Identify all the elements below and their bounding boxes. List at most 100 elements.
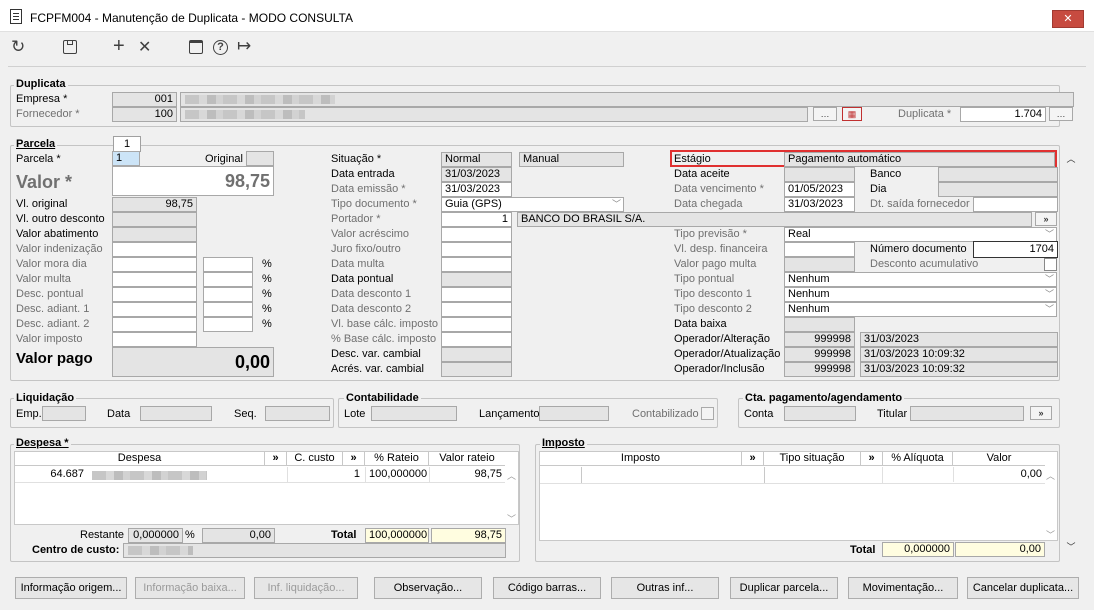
col-despesa-search[interactable]: » (265, 452, 287, 466)
contabilizado-checkbox[interactable] (701, 407, 714, 420)
cancelar-duplicata-button[interactable]: Cancelar duplicata... (967, 577, 1079, 599)
tipo-pontual-select[interactable]: Nenhum ﹀ (784, 272, 1057, 287)
acrescimo-field[interactable] (441, 227, 512, 242)
liq-data-field[interactable] (140, 406, 212, 421)
lote-field[interactable] (371, 406, 457, 421)
parcela-tab[interactable]: 1 (113, 136, 141, 152)
col-ccusto[interactable]: C. custo (287, 452, 343, 466)
op-alteracao-date[interactable]: 31/03/2023 (860, 332, 1058, 347)
desc-pontual-field[interactable] (112, 287, 197, 302)
situacao-field[interactable]: Normal (441, 152, 512, 167)
tipo-previsao-select[interactable]: Real ﹀ (784, 227, 1057, 242)
mora-pct-field[interactable] (203, 257, 253, 272)
data-emissao-field[interactable]: 31/03/2023 (441, 182, 512, 197)
exit-icon[interactable]: ↦ (237, 36, 251, 56)
data-desc2-field[interactable] (441, 302, 512, 317)
calendar-icon[interactable] (189, 40, 203, 54)
banco-field[interactable] (938, 167, 1058, 182)
outras-inf-button[interactable]: Outras inf... (611, 577, 719, 599)
desc-pontual-pct-field[interactable] (203, 287, 253, 302)
duplicata-search-button[interactable]: … (1049, 107, 1073, 121)
close-button[interactable]: ✕ (1052, 10, 1084, 28)
data-baixa-field[interactable] (784, 317, 855, 332)
fornecedor-card-icon[interactable]: ▦ (842, 107, 862, 121)
table-row[interactable]: 64.687 1 100,000000 98,75 (15, 467, 505, 483)
desc-adiant1-field[interactable] (112, 302, 197, 317)
situacao-extra-field[interactable]: Manual (519, 152, 624, 167)
op-atualizacao-code[interactable]: 999998 (784, 347, 855, 362)
despesa-total-pct[interactable]: 100,000000 (365, 528, 429, 543)
scroll-up-icon[interactable]: ︿ (507, 469, 516, 482)
col-ccusto-search[interactable]: » (343, 452, 365, 466)
saida-fornecedor-field[interactable] (973, 197, 1058, 212)
portador-search-button[interactable]: » (1035, 212, 1057, 226)
table-row[interactable]: 0,00 (540, 467, 1045, 484)
col-rateio[interactable]: % Rateio (365, 452, 429, 466)
data-desc1-field[interactable] (441, 287, 512, 302)
vencimento-field[interactable]: 01/05/2023 (784, 182, 855, 197)
op-inclusao-date[interactable]: 31/03/2023 10:09:32 (860, 362, 1058, 377)
informacao-baixa-button[interactable]: Informação baixa... (135, 577, 245, 599)
inf-liquidacao-button[interactable]: Inf. liquidação... (254, 577, 358, 599)
scroll-up-icon[interactable]: ︿ (1046, 469, 1055, 482)
desc-var-field[interactable] (441, 347, 512, 362)
data-pontual-field[interactable] (441, 272, 512, 287)
col-imposto-search[interactable]: » (742, 452, 764, 466)
scroll-up-arrow[interactable]: ︿ (1064, 153, 1078, 167)
add-icon[interactable]: + (113, 35, 125, 58)
multa-field[interactable] (112, 272, 197, 287)
row-tipo-cell[interactable] (764, 467, 883, 483)
restante-pct-field[interactable]: 0,000000 (128, 528, 183, 543)
titular-search-button[interactable]: » (1030, 406, 1052, 420)
indenizacao-field[interactable] (112, 242, 197, 257)
valor-field[interactable]: 98,75 (112, 166, 274, 196)
imposto-field[interactable] (112, 332, 197, 347)
desp-financeira-field[interactable] (784, 242, 855, 257)
row-imposto-cell[interactable] (540, 467, 582, 483)
duplicata-field[interactable]: 1.704 (960, 107, 1046, 122)
titular-field[interactable] (910, 406, 1024, 421)
fornecedor-code-field[interactable]: 100 (112, 107, 177, 122)
pct-base-field[interactable] (441, 332, 512, 347)
help-icon[interactable]: ? (213, 40, 228, 55)
multa-pct-field[interactable] (203, 272, 253, 287)
lancamento-field[interactable] (539, 406, 609, 421)
conta-field[interactable] (784, 406, 856, 421)
scroll-down-icon[interactable]: ﹀ (1046, 528, 1055, 541)
col-tipo-search[interactable]: » (861, 452, 883, 466)
remove-icon[interactable]: ✕ (138, 37, 151, 57)
refresh-icon[interactable]: ↻ (11, 37, 25, 57)
chegada-field[interactable]: 31/03/2023 (784, 197, 855, 212)
desc-adiant2-pct-field[interactable] (203, 317, 253, 332)
mora-field[interactable] (112, 257, 197, 272)
col-imposto[interactable]: Imposto (540, 452, 742, 466)
numero-documento-field[interactable]: 1704 (973, 241, 1058, 258)
despesa-total-valor[interactable]: 98,75 (431, 528, 506, 543)
informacao-origem-button[interactable]: Informação origem... (15, 577, 127, 599)
pago-multa-field[interactable] (784, 257, 855, 272)
portador-code-field[interactable]: 1 (441, 212, 512, 227)
desconto-acumulativo-checkbox[interactable] (1044, 258, 1057, 271)
codigo-barras-button[interactable]: Código barras... (493, 577, 601, 599)
valor-pago-field[interactable]: 0,00 (112, 347, 274, 377)
op-inclusao-code[interactable]: 999998 (784, 362, 855, 377)
parcela-field[interactable]: 1 (112, 151, 140, 166)
tipo-documento-select[interactable]: Guia (GPS) ﹀ (441, 197, 624, 212)
observacao-button[interactable]: Observação... (374, 577, 482, 599)
imposto-total-valor[interactable]: 0,00 (955, 542, 1045, 557)
imposto-total-pct[interactable]: 0,000000 (882, 542, 954, 557)
tipo-desc1-select[interactable]: Nenhum ﹀ (784, 287, 1057, 302)
fornecedor-search-button[interactable]: … (813, 107, 837, 121)
col-aliquota[interactable]: % Alíquota (883, 452, 953, 466)
col-valor[interactable]: Valor (953, 452, 1045, 466)
data-aceite-field[interactable] (784, 167, 855, 182)
base-calc-field[interactable] (441, 317, 512, 332)
empresa-code-field[interactable]: 001 (112, 92, 177, 107)
scroll-down-icon[interactable]: ﹀ (507, 512, 516, 525)
data-multa-field[interactable] (441, 257, 512, 272)
dia-field[interactable] (938, 182, 1058, 197)
centro-custo-field[interactable] (123, 543, 506, 558)
liq-emp-field[interactable] (42, 406, 86, 421)
restante-valor-field[interactable]: 0,00 (202, 528, 275, 543)
liq-seq-field[interactable] (265, 406, 330, 421)
